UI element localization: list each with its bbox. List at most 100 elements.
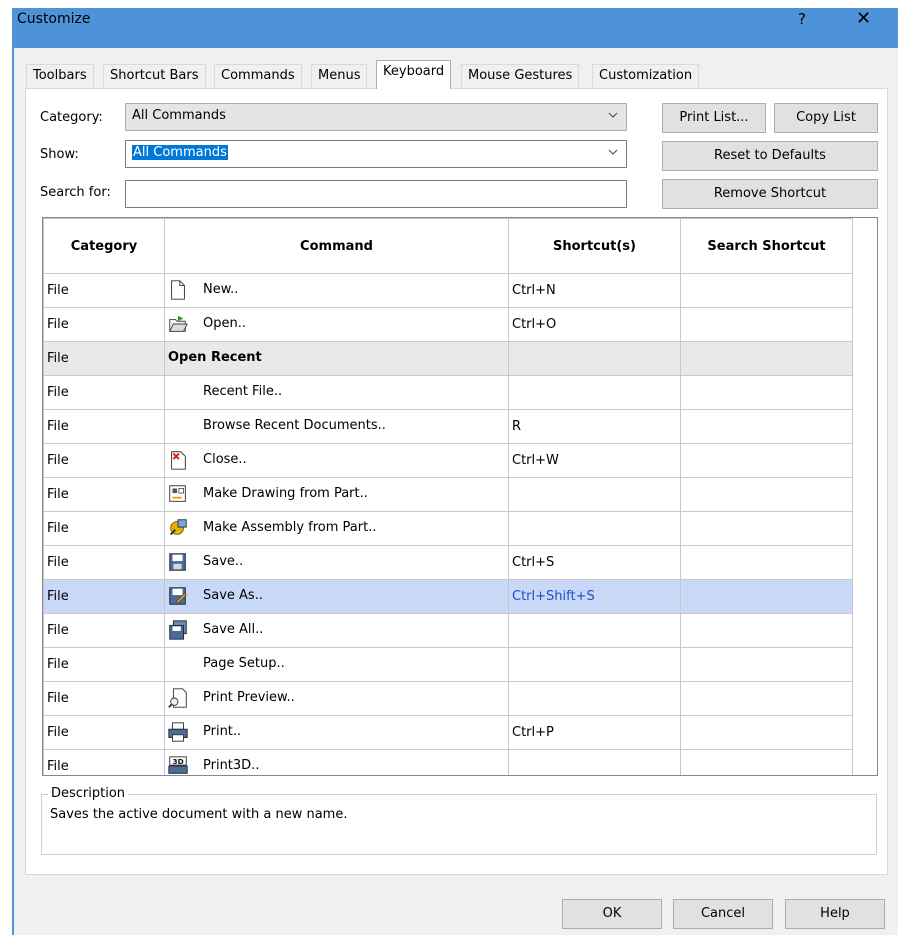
table-row[interactable]: File Open.. Ctrl+O [43,307,853,342]
cell-shortcut[interactable]: Ctrl+P [508,715,681,750]
tab-customization[interactable]: Customization [592,64,700,88]
tab-menus[interactable]: Menus [311,64,368,88]
command-label: Open.. [203,316,246,331]
help-dialog-button[interactable]: Help [785,899,885,929]
table-row[interactable]: File Save All.. [43,613,853,648]
column-header-category[interactable]: Category [43,218,165,274]
cell-command: Print.. [164,715,509,750]
cell-search-shortcut [680,647,853,682]
close-button[interactable]: ✕ [856,8,871,29]
cell-shortcut[interactable] [508,511,681,546]
table-row[interactable]: File Browse Recent Documents.. R [43,409,853,444]
cell-search-shortcut [680,681,853,716]
table-row[interactable]: File Print.. Ctrl+P [43,715,853,750]
cell-category: File [43,613,165,648]
open-folder-icon [169,315,188,332]
cell-shortcut[interactable] [508,375,681,410]
cell-search-shortcut [680,545,853,580]
command-label: Save As.. [203,588,263,603]
cell-shortcut[interactable] [508,613,681,648]
table-row[interactable]: File New.. Ctrl+N [43,273,853,308]
reset-to-defaults-button[interactable]: Reset to Defaults [662,141,878,171]
cell-shortcut[interactable]: Ctrl+W [508,443,681,478]
table-row[interactable]: File Recent File.. [43,375,853,410]
cell-category: File [43,511,165,546]
tab-mouse-gestures[interactable]: Mouse Gestures [461,64,580,88]
show-dropdown[interactable]: All Commands [125,140,627,168]
table-row[interactable]: File Make Drawing from Part.. [43,477,853,512]
print-list-button[interactable]: Print List... [662,103,766,133]
cell-shortcut[interactable] [508,749,681,775]
shortcut-grid[interactable]: Category Command Shortcut(s) Search Shor… [42,217,878,776]
remove-shortcut-button[interactable]: Remove Shortcut [662,179,878,209]
command-label: New.. [203,282,239,297]
table-row[interactable]: File 3D Print3D.. [43,749,853,775]
close-document-icon [171,451,186,470]
column-header-command[interactable]: Command [164,218,509,274]
table-row[interactable]: File Make Assembly from Part.. [43,511,853,546]
description-legend: Description [48,786,129,801]
cell-shortcut[interactable]: Ctrl+Shift+S [508,579,681,614]
cell-command: Print Preview.. [164,681,509,716]
cell-command: Open.. [164,307,509,342]
cell-category: File [43,273,165,308]
cell-shortcut[interactable]: R [508,409,681,444]
column-header-search-shortcut[interactable]: Search Shortcut [680,218,853,274]
command-label: Print3D.. [203,758,260,773]
category-dropdown[interactable]: All Commands [125,103,627,131]
cell-command: Open Recent [164,341,509,376]
cancel-button[interactable]: Cancel [673,899,773,929]
cell-search-shortcut [680,341,853,376]
tab-shortcut-bars[interactable]: Shortcut Bars [103,64,206,88]
table-row[interactable]: File Print Preview.. [43,681,853,716]
chevron-down-icon [608,112,618,118]
table-row[interactable]: File Page Setup.. [43,647,853,682]
tab-commands[interactable]: Commands [214,64,302,88]
category-value: All Commands [132,108,226,123]
column-header-shortcuts[interactable]: Shortcut(s) [508,218,681,274]
table-row[interactable]: File Save.. Ctrl+S [43,545,853,580]
table-row[interactable]: File Open Recent [43,341,853,376]
command-label: Make Drawing from Part.. [203,486,368,501]
command-label: Make Assembly from Part.. [203,520,377,535]
tab-toolbars[interactable]: Toolbars [26,64,94,88]
title-bar[interactable] [12,8,898,48]
ok-button[interactable]: OK [562,899,662,929]
table-row[interactable]: File Close.. Ctrl+W [43,443,853,478]
cell-shortcut[interactable] [508,681,681,716]
cell-shortcut[interactable]: Ctrl+O [508,307,681,342]
cell-command: Page Setup.. [164,647,509,682]
cell-search-shortcut [680,307,853,342]
cell-shortcut[interactable]: Ctrl+N [508,273,681,308]
search-input[interactable] [125,180,627,208]
cell-category: File [43,579,165,614]
cell-category: File [43,409,165,444]
cell-category: File [43,681,165,716]
cell-shortcut[interactable] [508,647,681,682]
cell-shortcut[interactable] [508,477,681,512]
cell-category: File [43,307,165,342]
command-label: Page Setup.. [203,656,285,671]
cell-command: Save.. [164,545,509,580]
cell-search-shortcut [680,477,853,512]
cell-command: 3D Print3D.. [164,749,509,775]
cell-category: File [43,647,165,682]
cell-search-shortcut [680,443,853,478]
cell-shortcut[interactable]: Ctrl+S [508,545,681,580]
new-document-icon [171,280,185,300]
cell-category: File [43,375,165,410]
table-row[interactable]: File Save As.. Ctrl+Shift+S [43,579,853,614]
cell-shortcut[interactable] [508,341,681,376]
chevron-down-icon [608,149,618,155]
cell-search-shortcut [680,409,853,444]
help-button[interactable]: ? [798,10,806,28]
tab-keyboard[interactable]: Keyboard [376,60,452,89]
print-icon [168,722,188,742]
command-label: Save All.. [203,622,264,637]
command-label: Print Preview.. [203,690,295,705]
cell-category: File [43,715,165,750]
description-box [41,794,877,855]
command-label: Print.. [203,724,242,739]
copy-list-button[interactable]: Copy List [774,103,878,133]
category-label: Category: [40,110,103,125]
